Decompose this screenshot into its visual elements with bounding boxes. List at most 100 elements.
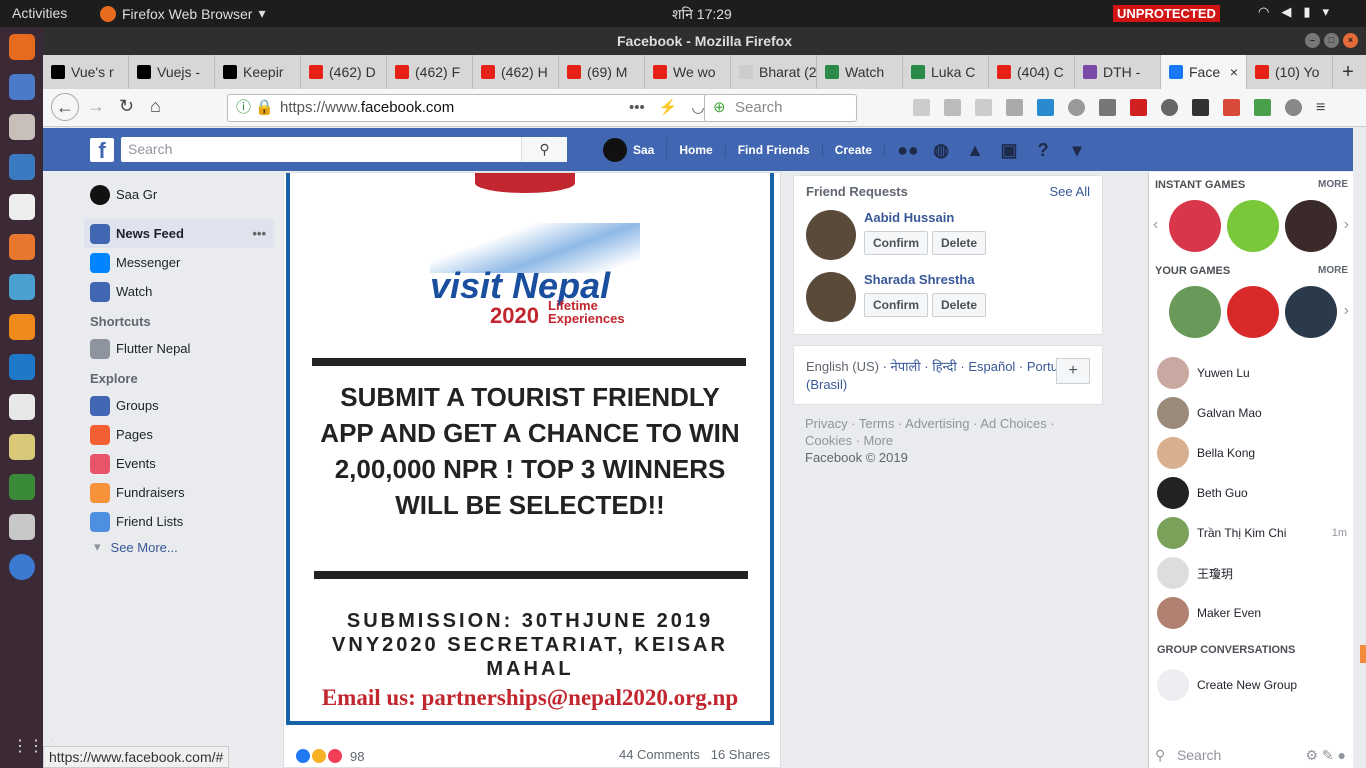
back-button[interactable]: ← (51, 93, 79, 121)
angry-birds-game-icon[interactable] (1227, 286, 1279, 338)
forward-button[interactable]: → (87, 96, 105, 117)
delete-button[interactable]: Delete (932, 293, 987, 317)
image-viewer-launcher-icon[interactable] (8, 434, 35, 460)
chess-game-icon[interactable] (1285, 200, 1337, 252)
tab-2[interactable]: Keepir (215, 55, 301, 89)
tab-3[interactable]: (462) D (301, 55, 387, 89)
sidebar-item-pages[interactable]: Pages (84, 420, 274, 449)
game-icon[interactable] (1285, 286, 1337, 338)
search-bar[interactable]: ⊕ Search (704, 94, 857, 122)
reload-button[interactable]: ↻ (119, 96, 134, 117)
your-games-more-link[interactable]: MORE (1318, 265, 1348, 276)
profile-link[interactable]: Saa (591, 137, 668, 162)
sidebar-icon[interactable] (975, 99, 992, 116)
cors-extension-icon[interactable] (1223, 99, 1240, 116)
chevron-right-icon[interactable]: › (1344, 302, 1349, 320)
tab-5[interactable]: (462) H (473, 55, 559, 89)
sidebar-item-fundraisers[interactable]: Fundraisers (84, 478, 274, 507)
url-bar[interactable]: ⓘ 🔒 https://www.facebook.com •••⚡◡☆ (227, 94, 741, 122)
clock[interactable]: शनि 17:29 (672, 5, 732, 24)
tab-14[interactable]: (10) Yo (1247, 55, 1333, 89)
slice-game-icon[interactable] (1227, 200, 1279, 252)
messenger-icon[interactable]: ◍ (931, 140, 951, 160)
vlc-launcher-icon[interactable] (8, 314, 35, 340)
account-menu-icon[interactable]: ▾ (1067, 140, 1087, 160)
menu-icon[interactable]: ≡ (1316, 99, 1333, 116)
reactions-summary[interactable]: 98 (294, 747, 364, 765)
see-all-link[interactable]: See All (1050, 184, 1090, 199)
maximize-button[interactable]: □ (1324, 33, 1339, 48)
writer-launcher-icon[interactable] (8, 154, 35, 180)
add-language-button[interactable]: + (1056, 358, 1090, 384)
sidebar-item-groups[interactable]: Groups (84, 391, 274, 420)
confirm-button[interactable]: Confirm (864, 231, 928, 255)
tab-13[interactable]: Face × (1161, 55, 1247, 89)
chat-contact[interactable]: Galvan Mao (1157, 397, 1347, 429)
tab-10[interactable]: Luka C (903, 55, 989, 89)
tab-1[interactable]: Vuejs - (129, 55, 215, 89)
software-launcher-icon[interactable] (8, 234, 35, 260)
see-more-link[interactable]: ▾ See More... (84, 536, 274, 558)
chat-contact[interactable]: 王瓊玥 (1157, 557, 1347, 589)
fb-search-input[interactable]: Search ⚲ (121, 137, 567, 162)
find-friends-link[interactable]: Find Friends (726, 142, 823, 157)
friend-request-name[interactable]: Aabid Hussain (864, 210, 986, 225)
home-icon[interactable]: ⌂ (150, 96, 161, 117)
system-tray[interactable]: ◠ ◀ ▮ ▾ (1258, 4, 1329, 20)
lightning-icon[interactable]: ⚡ (659, 95, 678, 121)
new-tab-button[interactable]: + (1333, 55, 1363, 89)
minimize-button[interactable]: – (1305, 33, 1320, 48)
comments-link[interactable]: 44 Comments (619, 747, 700, 762)
slack-launcher-icon[interactable] (8, 394, 35, 420)
close-tab-icon[interactable]: × (1230, 64, 1238, 80)
chat-contact[interactable]: Bella Kong (1157, 437, 1347, 469)
ft-extension-icon[interactable] (1037, 99, 1054, 116)
tab-8[interactable]: Bharat (2 (731, 55, 817, 89)
help-launcher-icon[interactable] (8, 554, 35, 580)
sidebar-item-news-feed[interactable]: News Feed ••• (84, 219, 274, 248)
page-actions-icon[interactable]: ••• (629, 95, 645, 121)
xmind-launcher-icon[interactable] (8, 274, 35, 300)
globe-launcher-icon[interactable] (8, 474, 35, 500)
chat-search-input[interactable]: ⚲ Search ⚙ ✎ ● (1155, 747, 1350, 764)
avatar[interactable] (806, 272, 856, 322)
amazon-launcher-icon[interactable] (8, 194, 35, 220)
pen-extension-icon[interactable] (1130, 99, 1147, 116)
chevron-left-icon[interactable]: ‹ (1153, 216, 1158, 234)
tab-4[interactable]: (462) F (387, 55, 473, 89)
profile-shortcut[interactable]: Saa Gr (84, 180, 274, 209)
account-icon[interactable] (1285, 99, 1302, 116)
tab-6[interactable]: (69) M (559, 55, 645, 89)
sidebar-item-friend-lists[interactable]: Friend Lists (84, 507, 274, 536)
tab-11[interactable]: (404) C (989, 55, 1075, 89)
vue-devtools-icon[interactable] (1006, 99, 1023, 116)
quick-help-icon[interactable]: ▣ (999, 140, 1019, 160)
chat-contact[interactable]: Trần Thị Kim Chi 1m (1157, 517, 1347, 549)
chat-contact[interactable]: Yuwen Lu (1157, 357, 1347, 389)
chat-contact[interactable]: Maker Even (1157, 597, 1347, 629)
friend-request-name[interactable]: Sharada Shrestha (864, 272, 986, 287)
thunderbird-launcher-icon[interactable] (8, 74, 35, 100)
sidebar-item-watch[interactable]: Watch (84, 277, 274, 306)
files-launcher-icon[interactable] (8, 114, 35, 140)
sidebar-item-messenger[interactable]: Messenger (84, 248, 274, 277)
chat-contact[interactable]: Beth Guo (1157, 477, 1347, 509)
vscode-launcher-icon[interactable] (8, 354, 35, 380)
download-icon[interactable] (913, 99, 930, 116)
delete-button[interactable]: Delete (932, 231, 987, 255)
avatar[interactable] (806, 210, 856, 260)
app-menu[interactable]: Firefox Web Browser ▾ (100, 5, 265, 22)
settings-launcher-icon[interactable] (8, 514, 35, 540)
globe-extension-icon[interactable] (1161, 99, 1178, 116)
tab-0[interactable]: Vue's r (43, 55, 129, 89)
notifications-icon[interactable]: ▲ (965, 140, 985, 160)
tab-7[interactable]: We wo (645, 55, 731, 89)
sidebar-item-events[interactable]: Events (84, 449, 274, 478)
friends-icon[interactable]: ●● (897, 140, 919, 160)
game-icon[interactable] (1169, 286, 1221, 338)
shares-link[interactable]: 16 Shares (711, 747, 770, 762)
close-window-button[interactable]: × (1343, 33, 1358, 48)
facebook-logo-icon[interactable]: f (90, 138, 114, 163)
confirm-button[interactable]: Confirm (864, 293, 928, 317)
activities-button[interactable]: Activities (12, 5, 67, 21)
